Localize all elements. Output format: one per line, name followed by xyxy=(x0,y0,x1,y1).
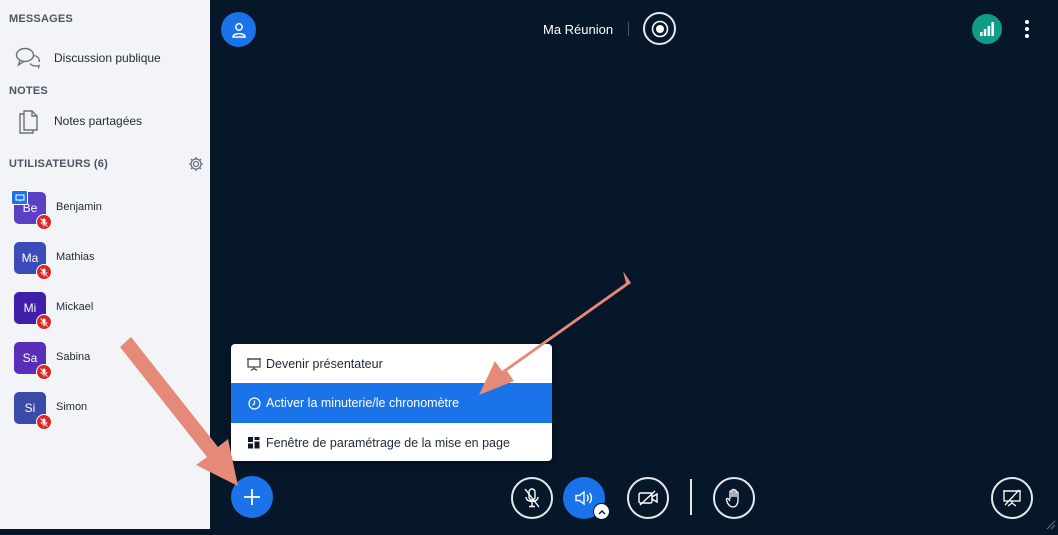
layout-icon xyxy=(247,436,261,450)
public-chat-label: Discussion publique xyxy=(54,51,161,65)
avatar-initials: Sa xyxy=(22,351,38,365)
user-list-item[interactable]: Be Benjamin xyxy=(0,192,210,232)
menu-item-become-presenter[interactable]: Devenir présentateur xyxy=(231,344,552,384)
presenter-icon xyxy=(11,190,28,205)
mic-muted-icon xyxy=(36,414,52,430)
speaker-icon xyxy=(575,490,593,506)
user-icon xyxy=(231,22,246,38)
plus-icon xyxy=(244,489,260,505)
user-name: Mickael xyxy=(56,301,94,313)
actions-menu: Devenir présentateur Activer la minuteri… xyxy=(231,344,552,461)
signal-icon xyxy=(980,22,994,36)
sidebar: MESSAGES Discussion publique NOTES Notes… xyxy=(0,0,210,529)
messages-section-title: MESSAGES xyxy=(9,13,73,25)
record-button[interactable] xyxy=(643,12,676,45)
user-name: Benjamin xyxy=(56,201,102,213)
video-off-icon xyxy=(638,490,658,506)
user-name: Simon xyxy=(56,401,88,413)
avatar-initials: Si xyxy=(24,401,36,415)
gear-icon[interactable] xyxy=(188,156,204,172)
notes-section-title: NOTES xyxy=(9,85,48,97)
user-list-item[interactable]: Si Simon xyxy=(0,392,210,432)
user-list-item[interactable]: Mi Mickael xyxy=(0,292,210,332)
actions-plus-button[interactable] xyxy=(231,476,273,518)
kebab-icon[interactable] xyxy=(1019,16,1035,42)
connection-status-button[interactable] xyxy=(972,14,1002,44)
menu-item-label: Activer la minuterie/le chronomètre xyxy=(266,396,460,410)
menu-item-timer[interactable]: Activer la minuterie/le chronomètre xyxy=(231,383,552,423)
user-list-item[interactable]: Ma Mathias xyxy=(0,242,210,282)
screen-share-button[interactable] xyxy=(991,477,1033,519)
avatar-initials: Mi xyxy=(23,301,37,315)
raise-hand-icon xyxy=(725,488,739,508)
meeting-title: Ma Réunion xyxy=(543,22,614,37)
title-divider xyxy=(628,22,629,36)
user-list-toggle-button[interactable] xyxy=(221,12,256,47)
avatar-initials: Ma xyxy=(21,251,39,265)
presentation-icon xyxy=(247,357,261,371)
public-chat-item[interactable]: Discussion publique xyxy=(0,40,210,76)
menu-item-label: Devenir présentateur xyxy=(266,357,383,371)
screen-share-off-icon xyxy=(1003,489,1021,507)
mic-muted-icon xyxy=(36,364,52,380)
user-name: Mathias xyxy=(56,251,95,263)
mute-microphone-button[interactable] xyxy=(511,477,553,519)
user-name: Sabina xyxy=(56,351,91,363)
mic-muted-icon xyxy=(36,214,52,230)
menu-item-label: Fenêtre de paramétrage de la mise en pag… xyxy=(266,436,510,450)
mic-muted-icon xyxy=(36,264,52,280)
record-icon xyxy=(651,20,668,37)
mic-muted-icon xyxy=(36,314,52,330)
mic-off-icon xyxy=(524,488,540,508)
clock-icon xyxy=(247,396,261,410)
menu-item-layout-settings[interactable]: Fenêtre de paramétrage de la mise en pag… xyxy=(231,423,552,463)
chevron-up-icon[interactable] xyxy=(593,503,610,520)
chat-icon xyxy=(14,44,42,72)
shared-notes-label: Notes partagées xyxy=(54,114,143,128)
resize-grip-icon[interactable] xyxy=(1046,517,1056,530)
users-section-title: UTILISATEURS (6) xyxy=(9,158,108,170)
shared-notes-item[interactable]: Notes partagées xyxy=(0,103,210,139)
notes-icon xyxy=(14,107,42,135)
user-list-item[interactable]: Sa Sabina xyxy=(0,342,210,382)
share-camera-button[interactable] xyxy=(627,477,669,519)
raise-hand-button[interactable] xyxy=(713,477,755,519)
controls-divider xyxy=(690,479,692,515)
